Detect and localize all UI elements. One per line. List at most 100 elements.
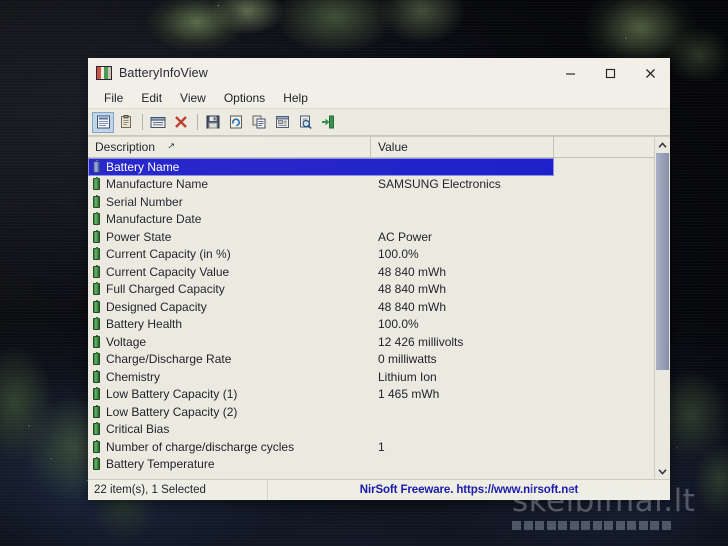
- row-value-cell: SAMSUNG Electronics: [378, 177, 501, 192]
- battery-icon: [93, 177, 100, 191]
- row-value-cell: 1: [378, 439, 385, 454]
- menu-item-options[interactable]: Options: [215, 88, 274, 108]
- table-row[interactable]: Battery Health 100.0%: [88, 316, 670, 334]
- row-description-label: Manufacture Name: [106, 177, 209, 192]
- table-row[interactable]: Number of charge/discharge cycles 1: [88, 438, 670, 456]
- nirsoft-link[interactable]: NirSoft Freeware. https://www.nirsoft.ne…: [268, 484, 670, 496]
- battery-icon: [93, 264, 100, 278]
- battery-icon: [93, 317, 100, 331]
- list-header: Description ↗ Value: [88, 137, 670, 158]
- table-row[interactable]: Current Capacity Value 48 840 mWh: [88, 263, 670, 281]
- save-icon[interactable]: [202, 112, 224, 133]
- row-description-label: Number of charge/discharge cycles: [106, 439, 295, 454]
- row-value-cell: 12 426 millivolts: [378, 334, 464, 349]
- sort-ascending-icon: ↗: [167, 141, 176, 152]
- battery-icon: [93, 404, 100, 418]
- battery-app-icon: [96, 66, 112, 80]
- column-header-description[interactable]: Description ↗: [88, 137, 371, 157]
- table-row[interactable]: Manufacture Name SAMSUNG Electronics: [88, 176, 670, 194]
- row-description-cell: Current Capacity (in %): [88, 247, 371, 261]
- chevron-up-icon[interactable]: [655, 137, 670, 153]
- row-description-cell: Battery Temperature: [88, 457, 371, 471]
- list-rows: Battery Name Manufacture Name SAMSUNG Elec…: [88, 158, 670, 479]
- copy-icon[interactable]: [248, 112, 270, 133]
- maximize-icon[interactable]: [590, 58, 630, 88]
- row-description-cell: Voltage: [88, 334, 371, 349]
- menu-item-help[interactable]: Help: [274, 88, 317, 108]
- batteryinfoview-window: BatteryInfoView File Edit View Options H…: [88, 58, 670, 500]
- row-description-label: Battery Temperature: [106, 457, 215, 472]
- menu-item-view[interactable]: View: [171, 88, 215, 108]
- menu-bar: File Edit View Options Help: [88, 88, 670, 109]
- column-header-filler: [554, 137, 670, 157]
- table-row[interactable]: Low Battery Capacity (1) 1 465 mWh: [88, 386, 670, 404]
- row-description-cell: Critical Bias: [88, 422, 371, 436]
- menu-item-file[interactable]: File: [95, 88, 132, 108]
- row-description-cell: Low Battery Capacity (2): [88, 404, 371, 419]
- table-row[interactable]: Voltage 12 426 millivolts: [88, 333, 670, 351]
- find-icon[interactable]: [294, 112, 316, 133]
- toolbar: [88, 109, 670, 136]
- row-description-cell: Manufacture Date: [88, 212, 371, 226]
- row-description-label: Serial Number: [106, 194, 183, 209]
- table-row[interactable]: Serial Number: [88, 193, 670, 211]
- row-description-label: Current Capacity Value: [106, 264, 230, 279]
- row-description-cell: Current Capacity Value: [88, 264, 371, 279]
- delete-icon[interactable]: [170, 112, 192, 133]
- table-row[interactable]: Low Battery Capacity (2): [88, 403, 670, 421]
- table-row[interactable]: Battery Temperature: [88, 456, 670, 474]
- exit-icon[interactable]: [317, 112, 339, 133]
- table-row[interactable]: Battery Name: [88, 158, 554, 176]
- table-row[interactable]: Full Charged Capacity 48 840 mWh: [88, 281, 670, 299]
- report-icon[interactable]: [147, 112, 169, 133]
- clipboard-icon[interactable]: [115, 112, 137, 133]
- table-row[interactable]: Manufacture Date: [88, 211, 670, 229]
- menu-item-edit[interactable]: Edit: [132, 88, 171, 108]
- table-row[interactable]: Power State AC Power: [88, 228, 670, 246]
- battery-icon: [93, 299, 100, 313]
- scrollbar-track[interactable]: [655, 153, 670, 463]
- close-icon[interactable]: [630, 58, 670, 88]
- battery-icon: [93, 282, 100, 296]
- row-description-cell: Number of charge/discharge cycles: [88, 439, 371, 454]
- chevron-down-icon[interactable]: [655, 463, 670, 479]
- minimize-icon[interactable]: [550, 58, 590, 88]
- table-row[interactable]: Charge/Discharge Rate 0 milliwatts: [88, 351, 670, 369]
- row-description-label: Voltage: [106, 334, 147, 349]
- row-description-cell: Low Battery Capacity (1): [88, 387, 371, 401]
- window-controls: [550, 58, 670, 88]
- battery-icon: [93, 247, 100, 261]
- table-row[interactable]: Critical Bias: [88, 421, 670, 439]
- row-description-cell: Chemistry: [88, 369, 371, 384]
- column-header-description-label: Description: [95, 140, 156, 154]
- battery-icon: [93, 422, 100, 436]
- toolbar-separator: [142, 114, 143, 130]
- scrollbar-thumb[interactable]: [656, 153, 669, 370]
- row-description-label: Power State: [106, 229, 172, 244]
- row-description-cell: Battery Name: [88, 159, 371, 174]
- row-description-label: Current Capacity (in %): [106, 247, 231, 262]
- battery-info-list: Description ↗ Value Battery Name Manufact…: [88, 136, 670, 479]
- row-description-label: Critical Bias: [106, 422, 170, 437]
- html-report-icon[interactable]: [271, 112, 293, 133]
- row-description-label: Battery Health: [106, 317, 183, 332]
- row-description-label: Battery Name: [106, 159, 180, 174]
- title-bar[interactable]: BatteryInfoView: [88, 58, 670, 88]
- refresh-icon[interactable]: [225, 112, 247, 133]
- battery-icon: [93, 229, 100, 243]
- table-row[interactable]: Current Capacity (in %) 100.0%: [88, 246, 670, 264]
- row-description-cell: Serial Number: [88, 194, 371, 209]
- status-bar: 22 item(s), 1 Selected NirSoft Freeware.…: [88, 479, 670, 500]
- row-description-label: Designed Capacity: [106, 299, 207, 314]
- properties-icon[interactable]: [92, 111, 114, 133]
- battery-icon: [93, 194, 100, 208]
- row-description-label: Manufacture Date: [106, 212, 202, 227]
- table-row[interactable]: Designed Capacity 48 840 mWh: [88, 298, 670, 316]
- toolbar-separator: [197, 114, 198, 130]
- row-value-cell: Lithium Ion: [378, 369, 437, 384]
- column-header-value[interactable]: Value: [371, 137, 554, 157]
- table-row[interactable]: Chemistry Lithium Ion: [88, 368, 670, 386]
- vertical-scrollbar[interactable]: [654, 137, 670, 479]
- row-description-cell: Designed Capacity: [88, 299, 371, 314]
- row-value-cell: 48 840 mWh: [378, 299, 447, 314]
